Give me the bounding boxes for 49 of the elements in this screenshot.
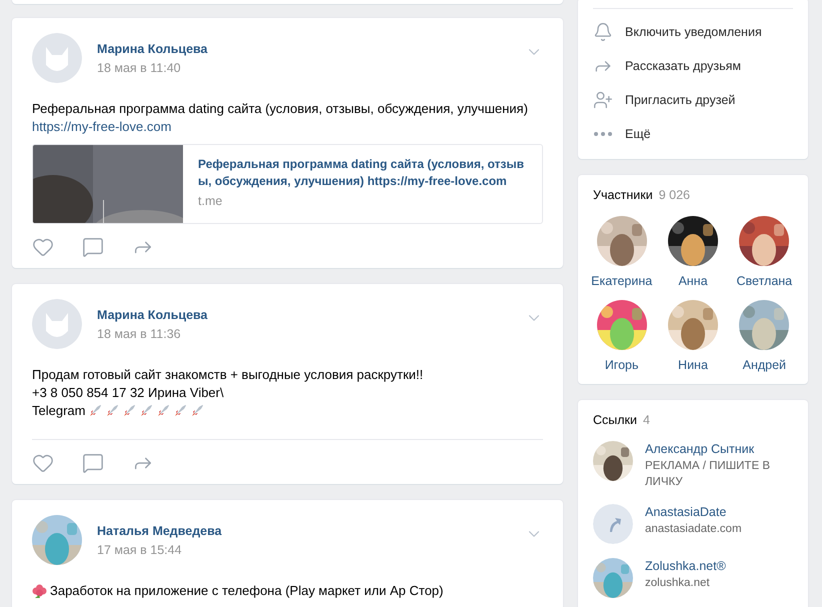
author-name[interactable]: Марина Кольцева: [97, 308, 208, 322]
rocket-icon: [173, 404, 188, 418]
block-title[interactable]: Ссылки: [593, 413, 638, 427]
comment-icon[interactable]: [82, 452, 104, 474]
action-link[interactable]: Ещё: [625, 127, 651, 141]
preview-domain: t.me: [198, 194, 224, 208]
member-name[interactable]: Екатерина: [591, 274, 652, 288]
link-preview[interactable]: Реферальная программа dating сайта (условия, отзывы, обсуждения, улучшения) https://my-free-love.com t.me: [32, 144, 543, 224]
heart-icon[interactable]: [32, 236, 54, 258]
rocket-icon: [105, 404, 120, 418]
links-count: 4: [643, 413, 650, 427]
rocket-icon: [88, 404, 102, 418]
preview-title[interactable]: Реферальная программа dating сайта (условия, отзывы, обсуждения, улучшения) https://my-free-love.com: [198, 156, 530, 190]
action-link[interactable]: Пригласить друзей: [625, 93, 736, 107]
post-text: Заработок на приложение с телефона (Play маркет или Ар Стор): [50, 582, 444, 600]
link-subtitle: zolushka.net: [645, 576, 711, 591]
flower-icon: [32, 584, 47, 598]
member-name[interactable]: Нина: [678, 358, 708, 372]
author-name[interactable]: Наталья Медведева: [97, 524, 222, 538]
author-name[interactable]: Марина Кольцева: [97, 42, 208, 56]
more-icon: [593, 132, 613, 136]
members-count: 9 026: [658, 188, 690, 202]
heart-icon[interactable]: [32, 452, 54, 474]
member-name[interactable]: Светлана: [736, 274, 792, 288]
bell-icon: [593, 22, 613, 42]
action-link[interactable]: Включить уведомления: [625, 25, 762, 39]
rocket-icon: [190, 404, 204, 418]
link-title[interactable]: Александр Сытник: [645, 441, 793, 458]
block-title[interactable]: Участники: [593, 188, 653, 202]
rocket-icon: [122, 404, 136, 418]
link-title[interactable]: Zolushka.net®: [645, 558, 726, 575]
member-name[interactable]: Анна: [678, 274, 708, 288]
post-text: Реферальная программа dating сайта (условия, отзывы, обсуждения, улучшения): [32, 100, 528, 118]
user-plus-icon: [593, 90, 613, 110]
comment-icon[interactable]: [82, 236, 104, 258]
rocket-icon: [156, 404, 170, 418]
link-title[interactable]: AnastasiaDate: [645, 504, 742, 521]
post-text: Telegram: [32, 402, 86, 420]
default-avatar-icon: [32, 33, 82, 83]
post-link[interactable]: https://my-free-love.com: [32, 118, 172, 136]
link-subtitle: РЕКЛАМА / ПИШИТЕ В ЛИЧКУ: [645, 459, 771, 490]
post-text: +3 8 050 854 17 32 Ирина Viber\: [32, 384, 224, 402]
rocket-icon: [139, 404, 154, 418]
member-name[interactable]: Игорь: [604, 358, 638, 372]
default-avatar-icon: [32, 299, 82, 349]
action-link[interactable]: Рассказать друзьям: [625, 59, 742, 73]
member-name[interactable]: Андрей: [742, 358, 786, 372]
post-text: Продам готовый сайт знакомств + выгодные условия раскрутки!!: [32, 366, 424, 384]
link-subtitle: anastasiadate.com: [645, 522, 742, 537]
